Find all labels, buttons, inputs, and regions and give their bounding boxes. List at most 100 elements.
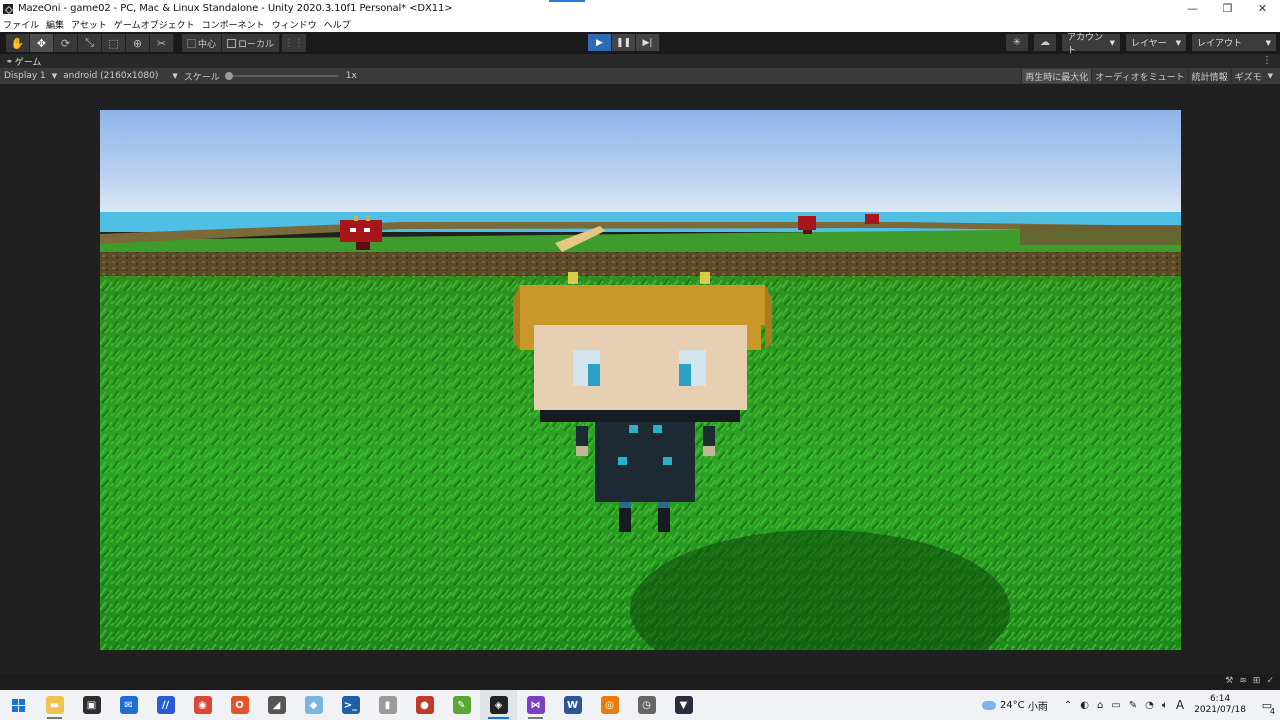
scale-slider-knob[interactable] bbox=[224, 72, 233, 80]
taskbar-app-office[interactable]: O bbox=[221, 690, 258, 720]
play-button[interactable]: ▶ bbox=[588, 34, 612, 51]
wifi-icon[interactable]: ◔ bbox=[1145, 700, 1154, 711]
clock-time: 6:14 bbox=[1209, 694, 1231, 704]
rect-tool[interactable]: ⬚ bbox=[102, 34, 126, 52]
taskbar-app-app-record[interactable]: ● bbox=[406, 690, 443, 720]
taskbar-app-file-explorer[interactable]: ▬ bbox=[36, 690, 73, 720]
taskbar-app-chrome[interactable]: ◉ bbox=[184, 690, 221, 720]
clock[interactable]: 6:14 2021/07/18 bbox=[1194, 694, 1246, 716]
grid-icon[interactable]: ⊞ bbox=[1253, 676, 1261, 686]
stats-toggle[interactable]: 統計情報 bbox=[1187, 69, 1231, 83]
menu-component[interactable]: コンポーネント bbox=[202, 18, 265, 31]
weather-widget[interactable]: 24°C 小雨 bbox=[981, 698, 1048, 713]
battery-icon[interactable]: ▭ bbox=[1111, 700, 1120, 711]
start-button[interactable] bbox=[0, 690, 36, 720]
taskbar-app-powershell[interactable]: >_ bbox=[332, 690, 369, 720]
taskbar-app-word[interactable]: W bbox=[554, 690, 591, 720]
rotate-tool[interactable]: ⟳ bbox=[54, 34, 78, 52]
gizmos-dropdown[interactable]: ギズモ bbox=[1230, 69, 1265, 83]
collab-button[interactable]: ✳ bbox=[1006, 34, 1028, 51]
transform-tool[interactable]: ⊕ bbox=[126, 34, 150, 52]
onedrive-icon[interactable]: ◐ bbox=[1080, 700, 1089, 711]
taskbar-app-store[interactable]: ▣ bbox=[73, 690, 110, 720]
pivot-label: 中心 bbox=[198, 39, 217, 50]
notifications-button[interactable]: ▭ 4 bbox=[1254, 699, 1280, 716]
tab-game[interactable]: ⚭ ゲーム bbox=[0, 55, 41, 68]
hand-icon: ✋ bbox=[10, 36, 25, 50]
taskbar-app-app-leaf[interactable]: ✎ bbox=[443, 690, 480, 720]
taskbar-app-app-mic[interactable]: ▮ bbox=[369, 690, 406, 720]
step-button[interactable]: ▶| bbox=[636, 34, 660, 51]
layout-dropdown[interactable]: レイアウト ▼ bbox=[1192, 34, 1276, 51]
account-label: アカウント bbox=[1067, 32, 1104, 56]
vs-purple-icon: ⋈ bbox=[526, 696, 545, 714]
pivot-center-button[interactable]: 中心 bbox=[182, 34, 223, 52]
taskbar-app-app-cat[interactable]: ▼ bbox=[665, 690, 702, 720]
build-icon[interactable]: ⚒ bbox=[1225, 676, 1233, 686]
taskbar-app-app-cube[interactable]: ◆ bbox=[295, 690, 332, 720]
menu-edit[interactable]: 編集 bbox=[46, 18, 64, 31]
game-scene bbox=[100, 110, 1181, 650]
pivot-controls: 中心 ローカル bbox=[182, 34, 281, 52]
pause-button[interactable]: ❚❚ bbox=[612, 34, 636, 51]
local-space-icon bbox=[227, 38, 237, 48]
display-dropdown[interactable]: Display 1 bbox=[4, 71, 46, 81]
custom-tool[interactable]: ✂ bbox=[150, 34, 174, 52]
taskbar-app-visual-studio[interactable]: ⋈ bbox=[517, 690, 554, 720]
game-view-options: 再生時に最大化 オーディオをミュート 統計情報 ギズモ ▼ bbox=[1021, 68, 1276, 84]
taskbar-app-app-clock[interactable]: ◷ bbox=[628, 690, 665, 720]
show-hidden-icons[interactable]: ⌃ bbox=[1064, 700, 1072, 711]
taskbar-app-blender[interactable]: ◎ bbox=[591, 690, 628, 720]
cloud-button[interactable]: ☁ bbox=[1034, 34, 1056, 51]
menu-file[interactable]: ファイル bbox=[3, 18, 39, 31]
scale-label: スケール bbox=[183, 72, 220, 83]
progress-icon[interactable]: ≋ bbox=[1239, 676, 1247, 686]
gamepad-icon: ⚭ bbox=[6, 56, 13, 66]
cloud-sync-icon[interactable]: ⌂ bbox=[1097, 700, 1103, 711]
chevron-down-icon: ▼ bbox=[1267, 72, 1273, 80]
pivot-local-button[interactable]: ローカル bbox=[222, 34, 281, 52]
move-tool[interactable]: ✥ bbox=[30, 34, 54, 52]
close-button[interactable]: ✕ bbox=[1245, 0, 1280, 17]
scale-tool[interactable]: ⤡ bbox=[78, 34, 102, 52]
menu-gameobject[interactable]: ゲームオブジェクト bbox=[114, 18, 195, 31]
taskbar-app-visual-studio-app[interactable]: ∕∕ bbox=[147, 690, 184, 720]
snap-controls: ⋮⋮ bbox=[282, 34, 306, 52]
minimize-button[interactable]: — bbox=[1175, 0, 1210, 17]
maximize-on-play-toggle[interactable]: 再生時に最大化 bbox=[1021, 69, 1092, 83]
clock-icon: ◷ bbox=[637, 696, 656, 714]
layers-dropdown[interactable]: レイヤー ▼ bbox=[1126, 34, 1186, 51]
tab-game-label: ゲーム bbox=[14, 57, 42, 68]
taskbar-apps: ▬ ▣ ✉ ∕∕ ◉ O ◢ ◆ >_ ▮ ● ✎ ◈ ⋈ W ◎ ◷ ▼ bbox=[36, 690, 702, 720]
grid-snap-button[interactable]: ⋮⋮ bbox=[282, 34, 306, 52]
hand-tool[interactable]: ✋ bbox=[6, 34, 30, 52]
pen-icon[interactable]: ✎ bbox=[1129, 700, 1137, 711]
ime-indicator[interactable]: A bbox=[1176, 698, 1184, 712]
check-icon[interactable]: ✓ bbox=[1266, 676, 1274, 686]
collab-icon: ✳ bbox=[1012, 37, 1022, 48]
tab-menu-icon[interactable]: ⋮ bbox=[1262, 55, 1272, 66]
scale-icon: ⤡ bbox=[85, 36, 94, 49]
mail-icon: ✉ bbox=[119, 696, 138, 714]
pause-icon: ❚❚ bbox=[615, 37, 632, 48]
menu-help[interactable]: ヘルプ bbox=[324, 18, 351, 31]
maximize-button[interactable]: ❐ bbox=[1210, 0, 1245, 17]
window-controls: — ❐ ✕ bbox=[1175, 0, 1280, 17]
chrome-icon: ◉ bbox=[193, 696, 212, 714]
account-dropdown[interactable]: アカウント ▼ bbox=[1062, 33, 1120, 56]
main-toolbar: ✋ ✥ ⟳ ⤡ ⬚ ⊕ ✂ 中心 ローカル ⋮⋮ ▶ ❚❚ ▶| ✳ ☁ アカウント ▼ レ… bbox=[0, 32, 1280, 56]
volume-icon[interactable]: 🔈︎ bbox=[1162, 700, 1168, 711]
game-viewport[interactable] bbox=[100, 110, 1181, 650]
mute-audio-toggle[interactable]: オーディオをミュート bbox=[1091, 69, 1187, 83]
scale-slider[interactable] bbox=[224, 72, 338, 80]
menu-assets[interactable]: アセット bbox=[71, 18, 107, 31]
step-icon: ▶| bbox=[642, 37, 653, 48]
toolbar-right: ✳ ☁ アカウント ▼ レイヤー ▼ レイアウト ▼ bbox=[1006, 33, 1276, 56]
resolution-dropdown[interactable]: android (2160x1080) bbox=[63, 71, 158, 81]
taskbar-app-mail[interactable]: ✉ bbox=[110, 690, 147, 720]
taskbar-app-app-fox[interactable]: ◢ bbox=[258, 690, 295, 720]
menu-window[interactable]: ウィンドウ bbox=[272, 18, 317, 31]
taskbar-app-unity[interactable]: ◈ bbox=[480, 690, 517, 720]
notification-count: 4 bbox=[1269, 706, 1275, 716]
scale-value: 1x bbox=[345, 71, 357, 81]
